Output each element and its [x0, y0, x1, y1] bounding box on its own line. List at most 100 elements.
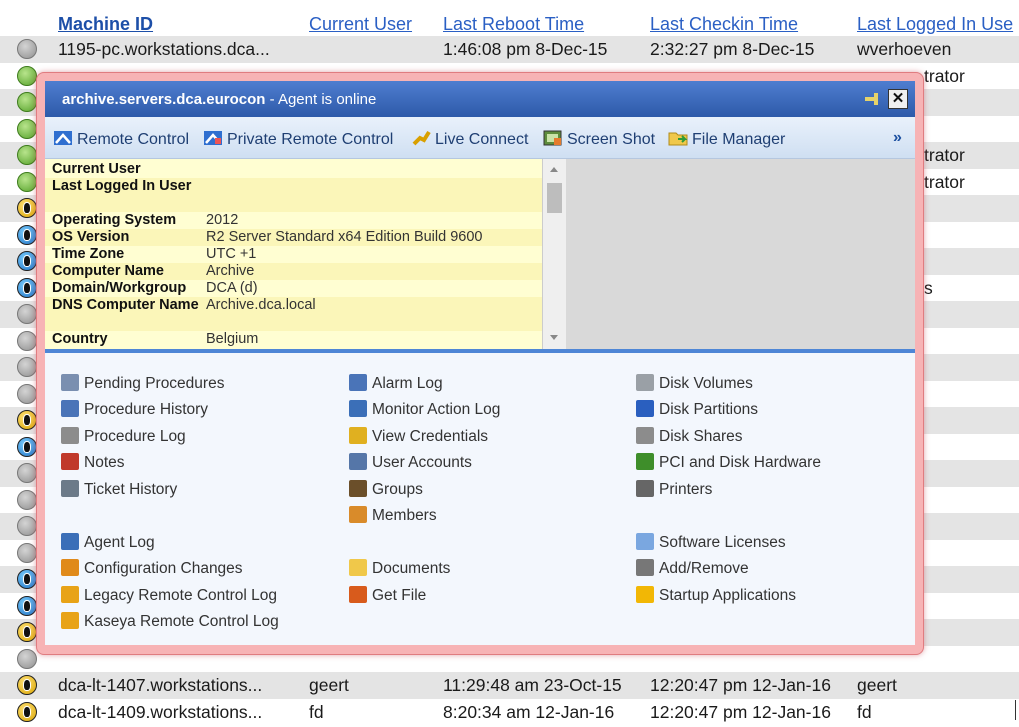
link-notes[interactable]: Notes — [61, 453, 125, 472]
cell-last-user: fd — [857, 701, 872, 722]
agent-status-icon[interactable] — [17, 648, 37, 669]
agent-status-icon[interactable] — [17, 542, 37, 563]
link-kaseya-remote-control-log[interactable]: Kaseya Remote Control Log — [61, 612, 279, 631]
file-manager-icon — [668, 129, 688, 147]
link-members[interactable]: Members — [349, 506, 437, 525]
agent-status-icon[interactable] — [17, 277, 37, 298]
agent-status-icon[interactable] — [17, 595, 37, 616]
link-user-accounts[interactable]: User Accounts — [349, 453, 472, 472]
info-scrollbar[interactable] — [542, 159, 566, 349]
link-add-remove[interactable]: Add/Remove — [636, 559, 749, 578]
link-disk-shares[interactable]: Disk Shares — [636, 427, 743, 446]
link-startup-applications[interactable]: Startup Applications — [636, 586, 796, 605]
notes-icon — [61, 453, 79, 470]
link-procedure-history[interactable]: Procedure History — [61, 400, 208, 419]
agent-status-icon[interactable] — [17, 171, 37, 192]
link-printer[interactable]: Printers — [636, 480, 712, 499]
agent-status-icon[interactable] — [17, 463, 37, 483]
scroll-thumb[interactable] — [547, 183, 562, 213]
agent-status-icon[interactable] — [17, 118, 37, 139]
column-header-last-logged-in-user[interactable]: Last Logged In Use — [857, 14, 1013, 35]
info-row: OS Version R2 Server Standard x64 Edition… — [45, 229, 542, 246]
table-row[interactable]: 1195-pc.workstations.dca... 1:46:08 pm 8-… — [0, 36, 1019, 63]
agent-status-icon[interactable] — [17, 489, 37, 510]
link-legacy-remote-control-log[interactable]: Legacy Remote Control Log — [61, 586, 277, 605]
agent-status-icon[interactable] — [17, 357, 37, 377]
cell-last-user: trator — [924, 65, 965, 86]
link-configuration-changes[interactable]: Configuration Changes — [61, 559, 243, 578]
link-alarm-log[interactable]: Alarm Log — [349, 374, 443, 393]
link-folder[interactable]: Documents — [349, 559, 450, 578]
popup-titlebar[interactable]: archive.servers.dca.eurocon - Agent is o… — [45, 81, 915, 117]
file-manager-label: File Manager — [692, 131, 786, 148]
info-key: Domain/Workgroup — [52, 280, 187, 296]
agent-status-icon[interactable] — [17, 65, 37, 86]
scroll-up-icon[interactable] — [550, 167, 558, 172]
screen-shot-button[interactable]: Screen Shot — [543, 129, 655, 149]
link-label: Ticket History — [84, 481, 178, 498]
agent-status-icon[interactable] — [17, 330, 37, 351]
link-get-file[interactable]: Get File — [349, 586, 426, 605]
link-label: Members — [372, 507, 437, 524]
link-pending-procedures[interactable]: Pending Procedures — [61, 374, 224, 393]
agent-status-icon[interactable] — [17, 569, 37, 589]
private-remote-control-button[interactable]: Private Remote Control — [203, 129, 393, 149]
agent-links-panel: Pending Procedures Procedure History Proce… — [45, 353, 915, 645]
info-value: DCA (d) — [206, 280, 258, 296]
live-connect-button[interactable]: Live Connect — [411, 129, 528, 149]
agent-status-icon[interactable] — [17, 198, 37, 218]
column-header-last-checkin-time[interactable]: Last Checkin Time — [650, 14, 798, 35]
agent-status-icon[interactable] — [17, 145, 37, 165]
cell-reboot: 11:29:48 am 23-Oct-15 — [443, 675, 622, 695]
link-procedure-log[interactable]: Procedure Log — [61, 427, 186, 446]
info-key: Computer Name — [52, 263, 164, 279]
table-row[interactable]: dca-lt-1409.workstations... fd 8:20:34 am … — [0, 699, 1019, 726]
agent-status-icon[interactable] — [17, 251, 37, 271]
agent-status-icon[interactable] — [17, 701, 37, 722]
info-row: Last Logged In User — [45, 178, 542, 212]
link-label: Monitor Action Log — [372, 401, 501, 418]
link-groups[interactable]: Groups — [349, 480, 423, 499]
column-header-machine-id[interactable]: Machine ID — [58, 14, 153, 35]
link-software-licenses[interactable]: Software Licenses — [636, 533, 786, 552]
private-remote-control-icon — [203, 129, 223, 147]
cell-machine[interactable]: dca-lt-1409.workstations... — [58, 702, 262, 723]
info-key: Current User — [52, 161, 141, 177]
agent-status-icon[interactable] — [17, 304, 37, 324]
info-value: Archive.dca.local — [206, 297, 316, 313]
link-disk-partitions[interactable]: Disk Partitions — [636, 400, 758, 419]
agent-status-icon[interactable] — [17, 39, 37, 59]
link-ticket-history[interactable]: Ticket History — [61, 480, 177, 499]
startup-applications-icon — [636, 586, 654, 603]
table-row[interactable]: dca-lt-1407.workstations... geert 11:29:48… — [0, 672, 1019, 699]
user-accounts-icon — [349, 453, 367, 470]
cell-machine[interactable]: 1195-pc.workstations.dca... — [58, 39, 270, 60]
agent-status-icon[interactable] — [17, 92, 37, 112]
link-key[interactable]: View Credentials — [349, 427, 488, 446]
link-monitor-action-log[interactable]: Monitor Action Log — [349, 400, 500, 419]
agent-status-icon[interactable] — [17, 436, 37, 457]
link-label: Configuration Changes — [84, 560, 243, 577]
more-tools-button[interactable]: » — [893, 129, 902, 147]
scroll-down-icon[interactable] — [550, 335, 558, 340]
column-header-last-reboot-time[interactable]: Last Reboot Time — [443, 14, 584, 35]
agent-status-icon[interactable] — [17, 224, 37, 245]
remote-control-button[interactable]: Remote Control — [53, 129, 189, 149]
link-disk-volumes[interactable]: Disk Volumes — [636, 374, 753, 393]
close-button[interactable]: ✕ — [888, 89, 908, 109]
link-agent-log[interactable]: Agent Log — [61, 533, 155, 552]
cell-last-user: s — [924, 277, 933, 298]
cell-machine[interactable]: dca-lt-1407.workstations... — [58, 675, 262, 696]
pending-procedures-icon — [61, 374, 79, 391]
link-label: Software Licenses — [659, 534, 786, 551]
agent-status-icon[interactable] — [17, 410, 37, 430]
agent-status-icon[interactable] — [17, 516, 37, 536]
agent-status-icon[interactable] — [17, 675, 37, 695]
column-header-current-user[interactable]: Current User — [309, 14, 412, 35]
pin-icon[interactable] — [865, 93, 881, 105]
link-pci-hardware[interactable]: PCI and Disk Hardware — [636, 453, 821, 472]
agent-status-icon[interactable] — [17, 622, 37, 642]
agent-status-icon[interactable] — [17, 383, 37, 404]
file-manager-button[interactable]: File Manager — [668, 129, 785, 149]
link-label: Pending Procedures — [84, 375, 225, 392]
